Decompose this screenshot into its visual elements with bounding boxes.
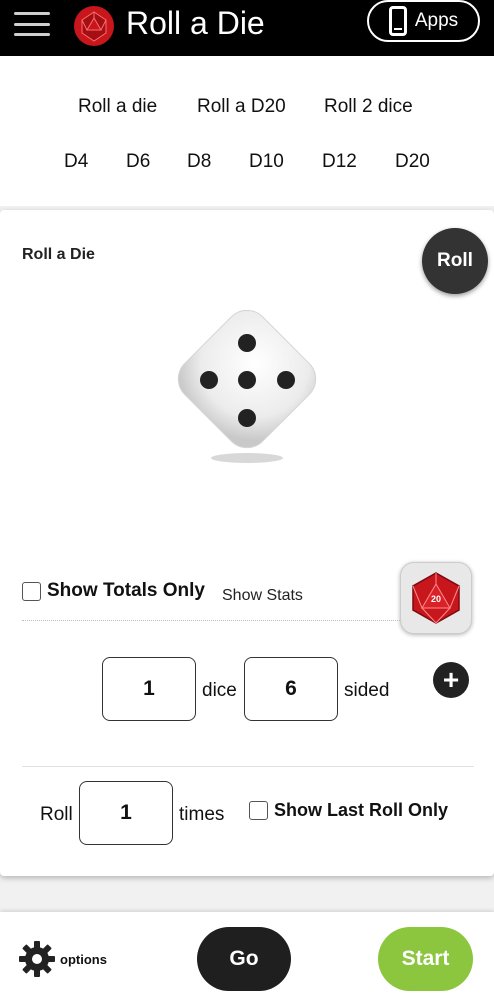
menu-icon[interactable] (14, 12, 50, 36)
show-totals-checkbox[interactable] (22, 581, 41, 601)
go-button[interactable]: Go (197, 927, 291, 991)
times-input[interactable]: 1 (79, 781, 173, 845)
show-totals-label: Show Totals Only (47, 580, 205, 601)
d20-badge-text: 20 (431, 594, 441, 604)
die-result[interactable] (168, 300, 326, 470)
dice-nav: Roll a die Roll a D20 Roll 2 dice D4 D6 … (0, 56, 494, 206)
nav-d8[interactable]: D8 (187, 151, 211, 173)
d20-logo-icon (74, 6, 114, 46)
nav-roll-a-die[interactable]: Roll a die (78, 96, 157, 118)
show-stats-link[interactable]: Show Stats (222, 587, 303, 605)
show-last-roll-checkbox[interactable] (249, 801, 268, 820)
dice-count-input[interactable]: 1 (102, 657, 196, 721)
options-label: options (60, 951, 107, 967)
d20-icon: 20 (412, 572, 460, 624)
app-title: Roll a Die (126, 5, 265, 41)
options-button[interactable]: options (18, 940, 107, 978)
section-divider-dotted (22, 620, 400, 621)
dice-label: dice (202, 680, 237, 701)
nav-d12[interactable]: D12 (322, 151, 357, 173)
apps-button[interactable]: Apps (367, 0, 480, 42)
card-title: Roll a Die (22, 246, 95, 263)
nav-d6[interactable]: D6 (126, 151, 150, 173)
app-header: Roll a Die Apps (0, 0, 494, 56)
phone-icon (388, 6, 407, 36)
bottom-bar: options Go Start (0, 912, 494, 1000)
d20-button[interactable]: 20 (400, 562, 472, 634)
nav-roll-2-dice[interactable]: Roll 2 dice (324, 96, 413, 118)
nav-d4[interactable]: D4 (64, 151, 88, 173)
add-dice-button[interactable]: + (433, 662, 469, 698)
show-last-roll-toggle[interactable]: Show Last Roll Only (249, 800, 448, 821)
section-divider (22, 766, 474, 767)
die-five-icon (177, 309, 317, 463)
dice-card: Roll a Die Roll Show Totals Only Show St… (0, 210, 494, 876)
start-button[interactable]: Start (378, 927, 473, 991)
apps-label: Apps (414, 10, 459, 31)
show-totals-toggle[interactable]: Show Totals Only (22, 580, 205, 602)
roll-button[interactable]: Roll (422, 228, 488, 294)
gear-icon (19, 941, 55, 977)
show-last-roll-label: Show Last Roll Only (274, 800, 449, 820)
times-label: times (179, 804, 225, 825)
nav-d20[interactable]: D20 (395, 151, 430, 173)
roll-prefix-label: Roll (40, 804, 73, 825)
nav-d10[interactable]: D10 (249, 151, 284, 173)
sided-label: sided (344, 680, 390, 701)
nav-roll-a-d20[interactable]: Roll a D20 (197, 96, 286, 118)
sides-count-input[interactable]: 6 (244, 657, 338, 721)
